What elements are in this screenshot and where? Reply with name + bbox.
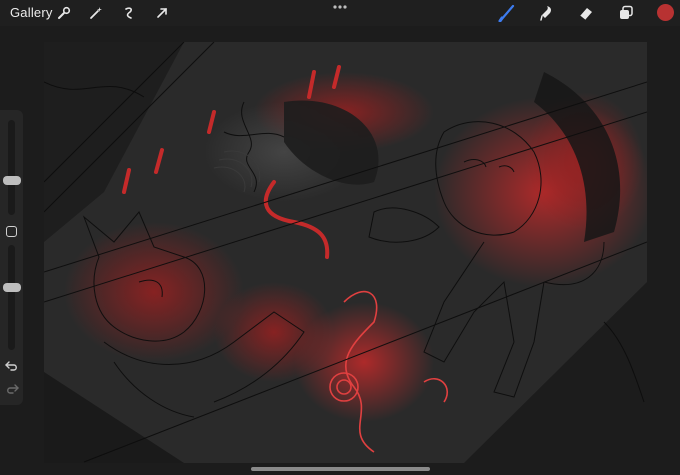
ellipsis-icon[interactable] [331,2,349,12]
undo-icon[interactable] [5,360,19,372]
magic-wand-icon[interactable] [86,3,106,23]
opacity-slider[interactable] [3,245,21,350]
square-modify-icon[interactable] [6,226,17,237]
wrench-icon[interactable] [54,3,74,23]
redo-icon[interactable] [5,383,19,395]
layers-icon[interactable] [616,3,636,23]
artwork [44,42,647,463]
left-sidebar [0,110,23,405]
eraser-icon[interactable] [576,3,596,23]
selection-icon[interactable] [119,3,139,23]
top-toolbar: Gallery [0,0,680,26]
color-picker-button[interactable] [657,4,674,21]
transform-arrow-icon[interactable] [152,3,172,23]
brush-icon[interactable] [497,3,517,23]
brush-size-slider[interactable] [3,120,21,215]
brush-size-thumb[interactable] [3,176,21,185]
opacity-thumb[interactable] [3,283,21,292]
drawing-canvas[interactable] [44,42,647,463]
home-indicator[interactable] [251,467,430,471]
gallery-button[interactable]: Gallery [10,5,53,20]
smudge-icon[interactable] [537,3,557,23]
